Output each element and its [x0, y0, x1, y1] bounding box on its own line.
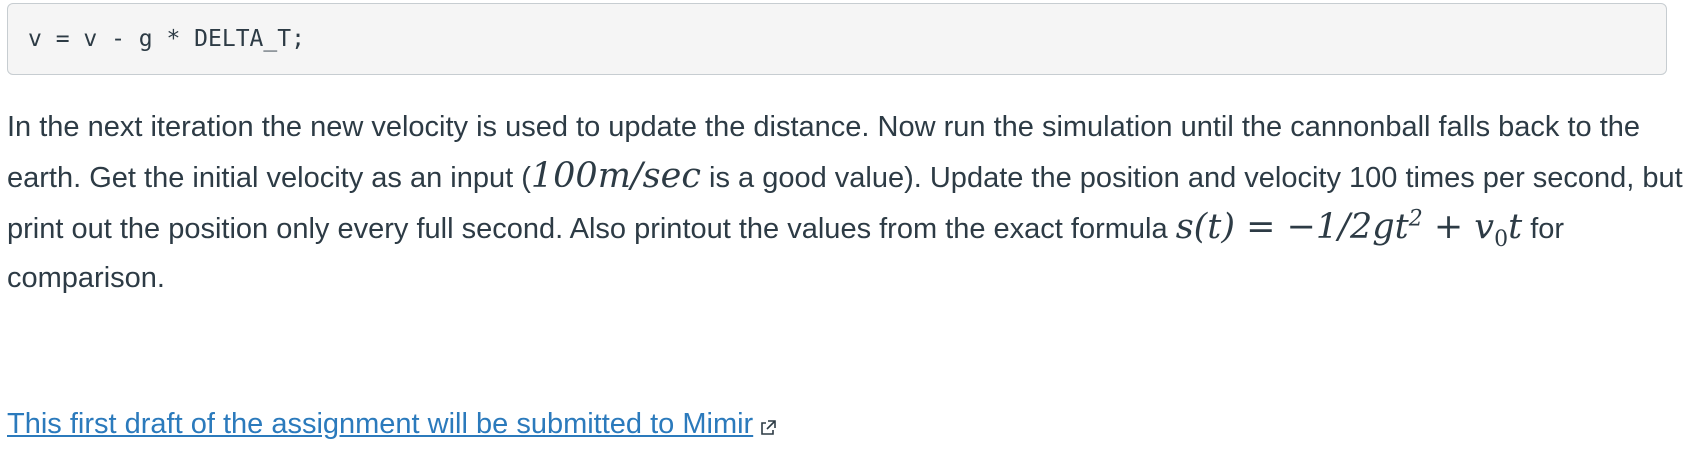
formula-main: s(t) = −1/2gt [1175, 207, 1409, 247]
formula-exponent: 2 [1408, 206, 1423, 232]
exact-formula-math: s(t) = −1/2gt2 + v0t [1175, 206, 1523, 251]
formula-end: t [1508, 207, 1523, 247]
mimir-submission-link[interactable]: This first draft of the assignment will … [7, 404, 753, 444]
mimir-link-line: This first draft of the assignment will … [7, 404, 777, 444]
velocity-value-math: 100m/sec [530, 156, 701, 196]
formula-subscript: 0 [1494, 227, 1509, 252]
external-link-icon[interactable] [759, 419, 777, 437]
formula-mid: + v [1422, 207, 1495, 247]
instructions-paragraph: In the next iteration the new velocity i… [7, 103, 1697, 303]
code-block: v = v - g * DELTA_T; [7, 3, 1667, 75]
code-line: v = v - g * DELTA_T; [28, 26, 305, 52]
